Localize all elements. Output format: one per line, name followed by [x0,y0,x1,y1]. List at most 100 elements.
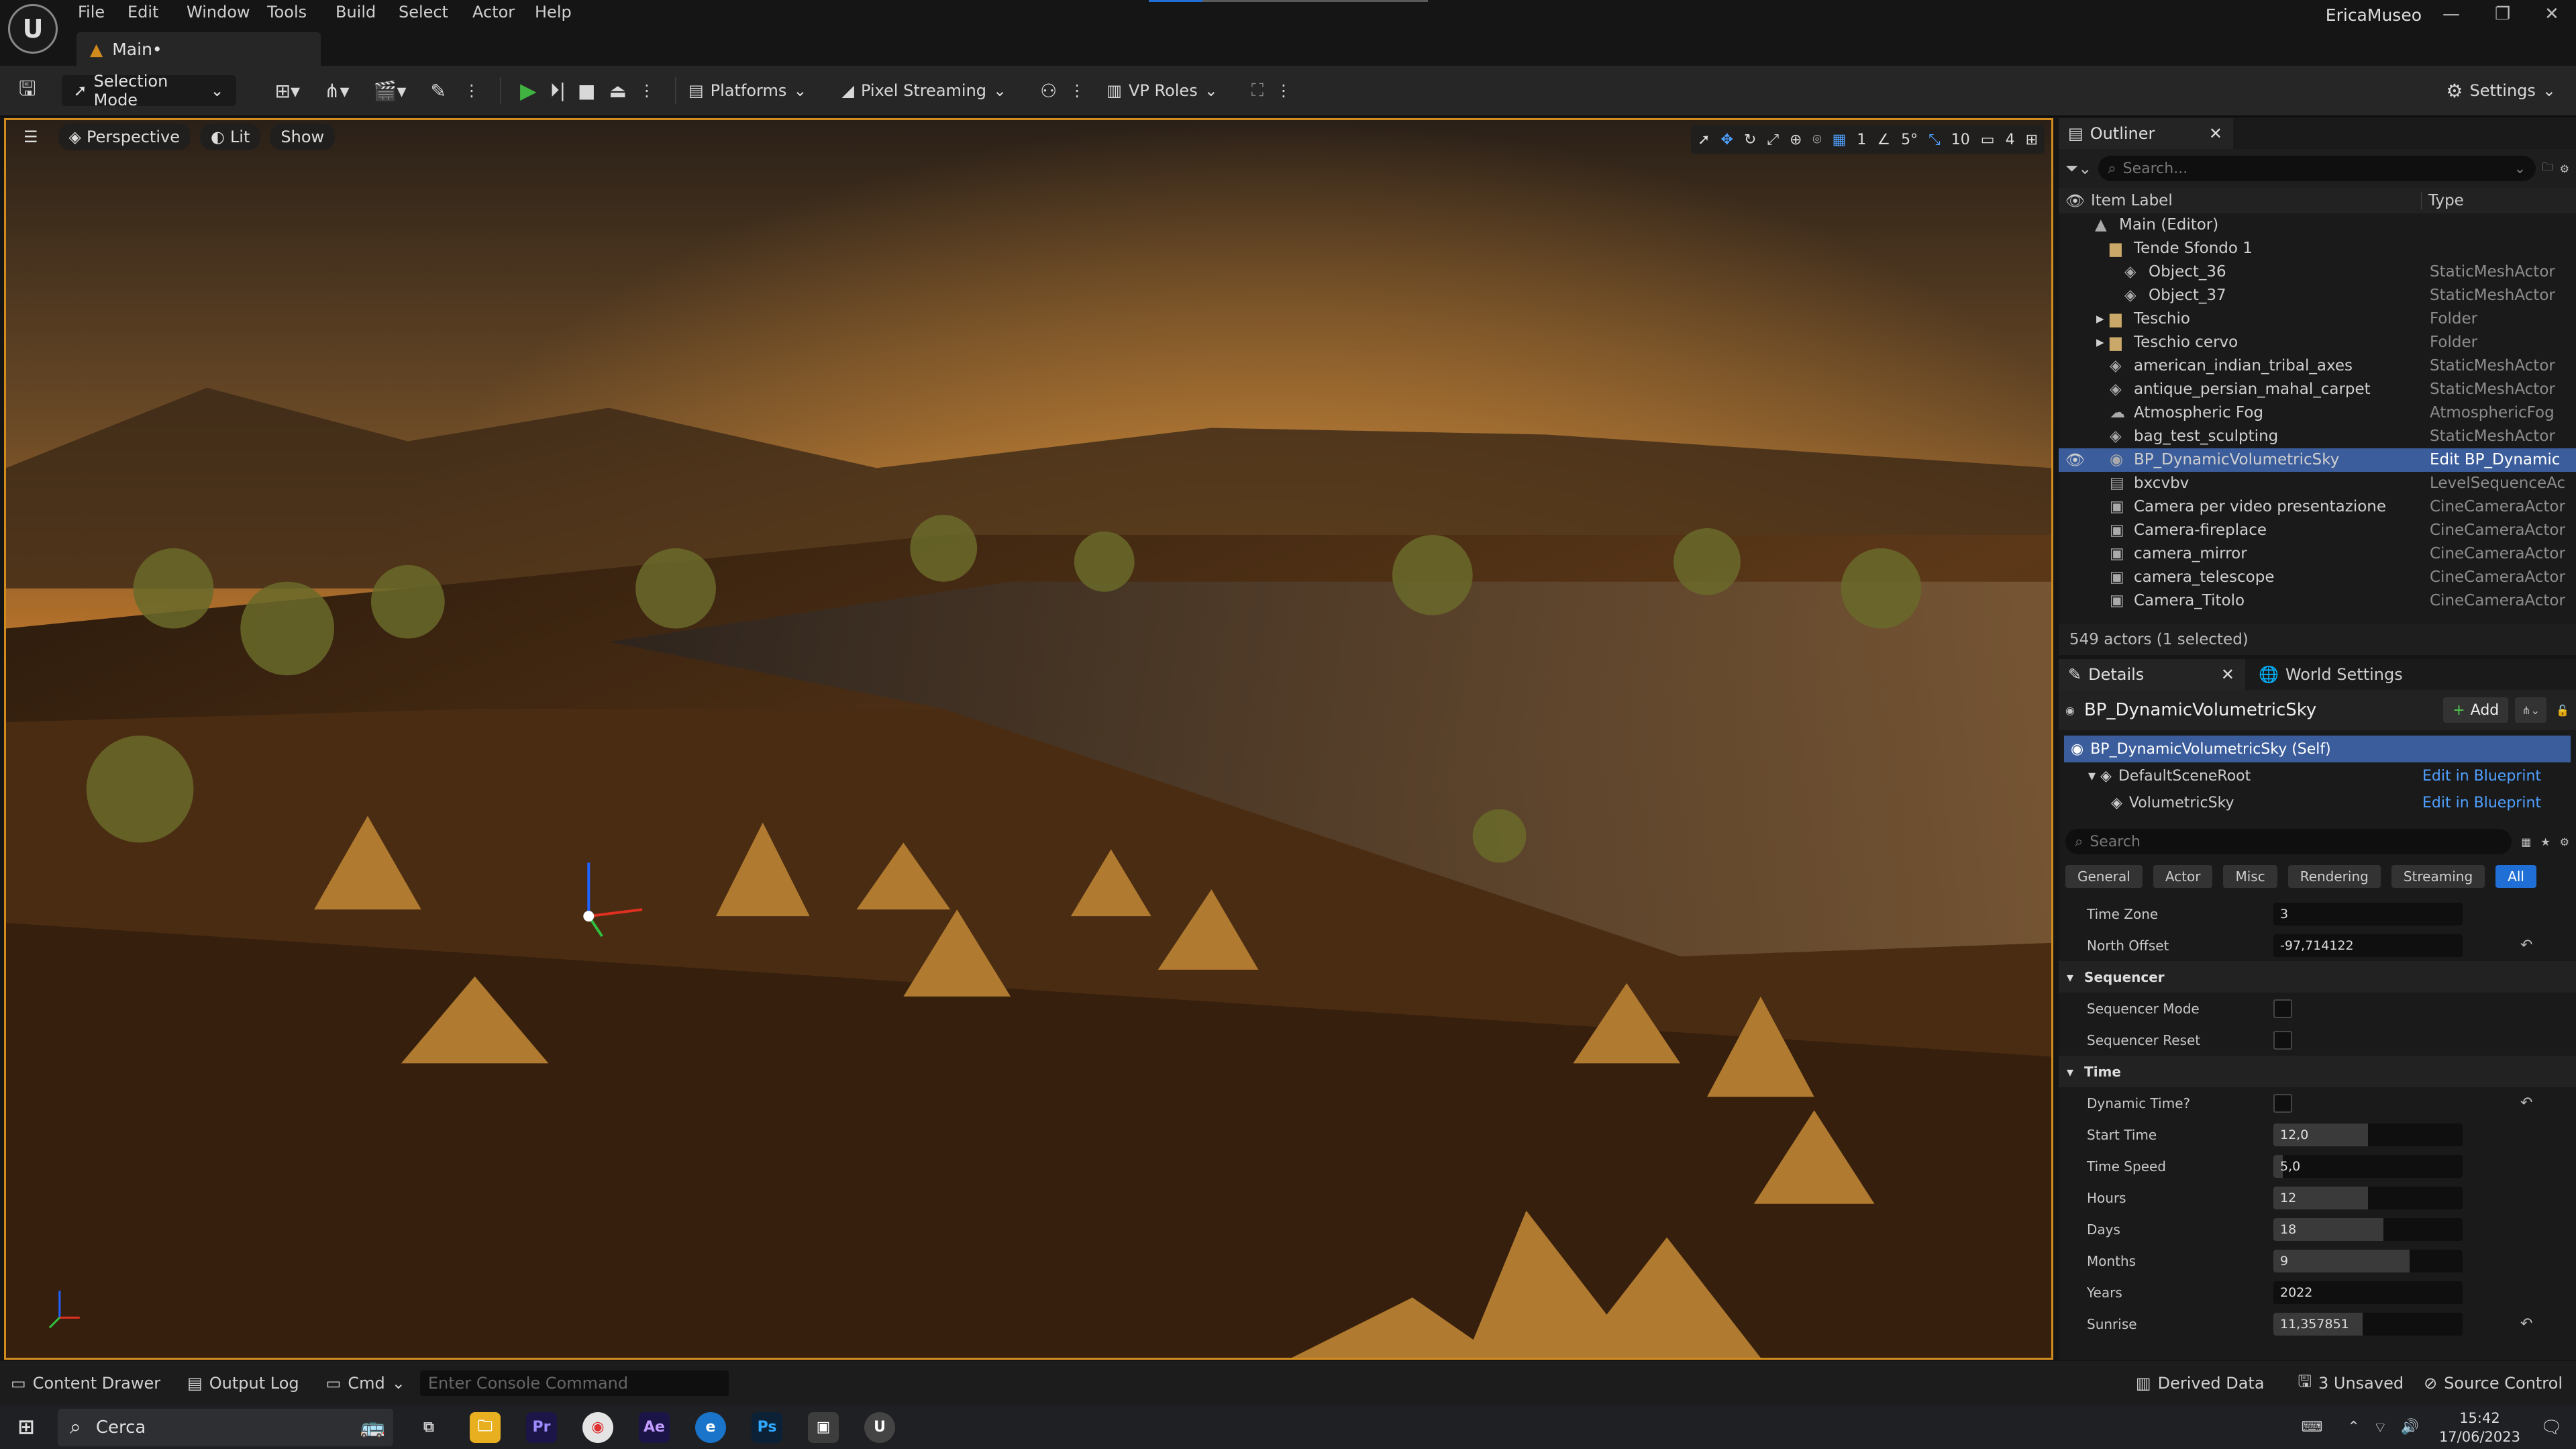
app-icon[interactable]: ▣ [808,1411,839,1443]
after-effects-icon[interactable]: Ae [639,1411,670,1443]
outliner-row[interactable]: ◈ antique_persian_mahal_carpet StaticMeshA… [2059,378,2576,401]
component-row[interactable]: ▾ ◈ DefaultSceneRoot Edit in Blueprint [2064,762,2571,789]
property-checkbox[interactable] [2273,1030,2292,1050]
outliner-row[interactable]: ▣ camera_telescope CineCameraActor [2059,566,2576,589]
world-space-icon[interactable]: ⊕ [1790,132,1802,148]
column-item-label[interactable]: Item Label [2091,192,2173,209]
blueprint-icon[interactable]: ⋔▾ [324,80,350,102]
grid-snap-icon[interactable]: ▦ [1833,132,1847,148]
console-input[interactable]: Enter Console Command [419,1370,729,1396]
tab-outliner[interactable]: ▤ Outliner ✕ [2059,118,2233,149]
visibility-icon[interactable]: 👁 [2065,451,2085,469]
filter-streaming[interactable]: Streaming [2391,865,2485,888]
scale-snap-value[interactable]: 10 [1951,132,1970,148]
unreal-logo-icon[interactable]: U [8,4,58,54]
blueprint-options-button[interactable]: ⋔⌄ [2515,697,2547,723]
menu-item-actor[interactable]: Actor [472,3,515,21]
add-component-button[interactable]: + Add [2443,697,2509,723]
outliner-row[interactable]: ▤ bxcvbv LevelSequenceAc [2059,472,2576,495]
settings-gear-icon[interactable]: ⚙ [2560,162,2569,175]
filter-misc[interactable]: Misc [2223,865,2277,888]
more-options-icon[interactable]: ⋮ [1069,81,1085,100]
unsaved-button[interactable]: 🖫 3 Unsaved [2298,1370,2404,1397]
tab-world-settings[interactable]: 🌐 World Settings [2245,665,2403,684]
tab-details[interactable]: ✎ Details ✕ [2059,659,2245,690]
selection-mode-button[interactable]: ➚ Selection Mode ⌄ [61,72,236,109]
outliner-row[interactable]: ◈ bag_test_sculpting StaticMeshActor [2059,425,2576,448]
table-view-icon[interactable]: ▦ [2521,836,2531,848]
star-icon[interactable]: ★ [2540,836,2550,848]
rotation-snap-icon[interactable]: ∠ [1877,132,1890,148]
settings-button[interactable]: ⚙ Settings ⌄ [2446,80,2556,102]
edge-icon[interactable]: e [695,1411,726,1443]
network-icon[interactable]: ⛶ [1251,81,1264,101]
platforms-button[interactable]: ▤ Platforms ⌄ [688,81,807,100]
menu-item-build[interactable]: Build [336,3,376,21]
menu-item-tools[interactable]: Tools [267,3,307,21]
perspective-button[interactable]: ◈ Perspective [58,123,191,150]
keyboard-icon[interactable]: ⌨ [2296,1412,2327,1443]
outliner-search-input[interactable]: ⌕ Search... ⌄ [2098,156,2536,181]
outliner-row[interactable]: ◈ Object_37 StaticMeshActor [2059,284,2576,307]
scale-snap-icon[interactable]: ⤡ [1928,132,1941,148]
expand-arrow-icon[interactable]: ▸ [2096,310,2104,328]
play-options-icon[interactable]: ⋮ [639,81,655,100]
unreal-taskbar-icon[interactable]: U [864,1411,895,1443]
menu-item-file[interactable]: File [78,3,105,21]
outliner-row[interactable]: ◈ Object_36 StaticMeshActor [2059,260,2576,284]
windows-start-icon[interactable]: ⊞ [11,1412,42,1443]
property-value-field[interactable]: 12 [2273,1186,2463,1209]
premiere-icon[interactable]: Pr [526,1411,557,1443]
outliner-row[interactable]: ☁ Atmospheric Fog AtmosphericFog [2059,401,2576,425]
advance-frame-icon[interactable]: ⏵| [550,79,566,102]
filter-icon[interactable]: ⏷⌄ [2065,159,2092,178]
chrome-icon[interactable]: ◉ [582,1411,613,1443]
details-search-input[interactable]: ⌕ Search [2065,829,2512,854]
component-row[interactable]: ◉ BP_DynamicVolumetricSky (Self) [2064,736,2571,762]
property-value-field[interactable]: 9 [2273,1249,2463,1272]
filter-rendering[interactable]: Rendering [2287,865,2381,888]
move-tool-icon[interactable]: ✥ [1721,132,1733,148]
task-view-icon[interactable]: ⧉ [413,1412,444,1443]
expand-arrow-icon[interactable]: ▸ [2096,334,2104,351]
menu-item-select[interactable]: Select [399,3,448,21]
edit-in-blueprint-link[interactable]: Edit in Blueprint [2422,768,2541,785]
notification-icon[interactable]: 🗨 [2540,1417,2563,1438]
outliner-row[interactable]: ▸ ▆ Teschio cervo Folder [2059,331,2576,354]
outliner-row[interactable]: ▣ Camera_Titolo CineCameraActor [2059,589,2576,613]
property-checkbox[interactable] [2273,1093,2292,1113]
source-control-button[interactable]: ⊘ Source Control [2424,1374,2563,1393]
eject-icon[interactable]: ⏏ [609,80,627,102]
close-tab-icon[interactable]: ✕ [2209,124,2222,143]
close-icon[interactable]: ✕ [2544,4,2559,24]
grid-snap-value[interactable]: 1 [1857,132,1866,148]
column-type[interactable]: Type [2421,192,2464,209]
scene-render[interactable] [6,120,2051,1358]
camera-speed-value[interactable]: 4 [2006,132,2015,148]
content-drawer-button[interactable]: ▭ Content Drawer [11,1374,160,1393]
output-log-button[interactable]: ▤ Output Log [187,1374,299,1393]
outliner-row[interactable]: ◈ american_indian_tribal_axes StaticMeshAc… [2059,354,2576,378]
level-viewport[interactable]: ☰ ◈ Perspective ◐ Lit Show ➚ ✥ ↻ ⤢ ⊕ ⌾ ▦ 1 … [4,118,2053,1360]
photoshop-icon[interactable]: Ps [752,1411,782,1443]
close-tab-icon[interactable]: ✕ [2221,665,2234,684]
stop-icon[interactable]: ■ [578,80,595,102]
filter-general[interactable]: General [2065,865,2143,888]
file-explorer-icon[interactable]: 🗀 [470,1411,501,1443]
outliner-row[interactable]: ▣ Camera-fireplace CineCameraActor [2059,519,2576,542]
property-category[interactable]: ▾ Time [2059,1056,2576,1087]
lock-icon[interactable]: 🔓 [2556,704,2569,717]
menu-item-help[interactable]: Help [535,3,572,21]
tray-up-icon[interactable]: ⌃ [2347,1419,2359,1436]
visibility-icon[interactable]: 👁 [2065,192,2085,210]
vp-roles-button[interactable]: ▥ VP Roles ⌄ [1106,81,1218,100]
outliner-row[interactable]: ▸ ▆ Teschio Folder [2059,307,2576,331]
pixel-streaming-button[interactable]: ◢ Pixel Streaming ⌄ [841,81,1007,100]
network-icon[interactable]: ⌔ [2373,1418,2387,1437]
restore-icon[interactable]: ❐ [2495,4,2510,24]
play-icon[interactable]: ▶ [520,78,537,103]
outliner-row[interactable]: ▆ Tende Sfondo 1 [2059,237,2576,260]
minimize-icon[interactable]: — [2442,4,2460,24]
cmd-selector[interactable]: ▭ Cmd ⌄ [326,1374,405,1393]
outliner-row[interactable]: 👁 ◉ BP_DynamicVolumetricSky Edit BP_Dynamic [2059,448,2576,472]
